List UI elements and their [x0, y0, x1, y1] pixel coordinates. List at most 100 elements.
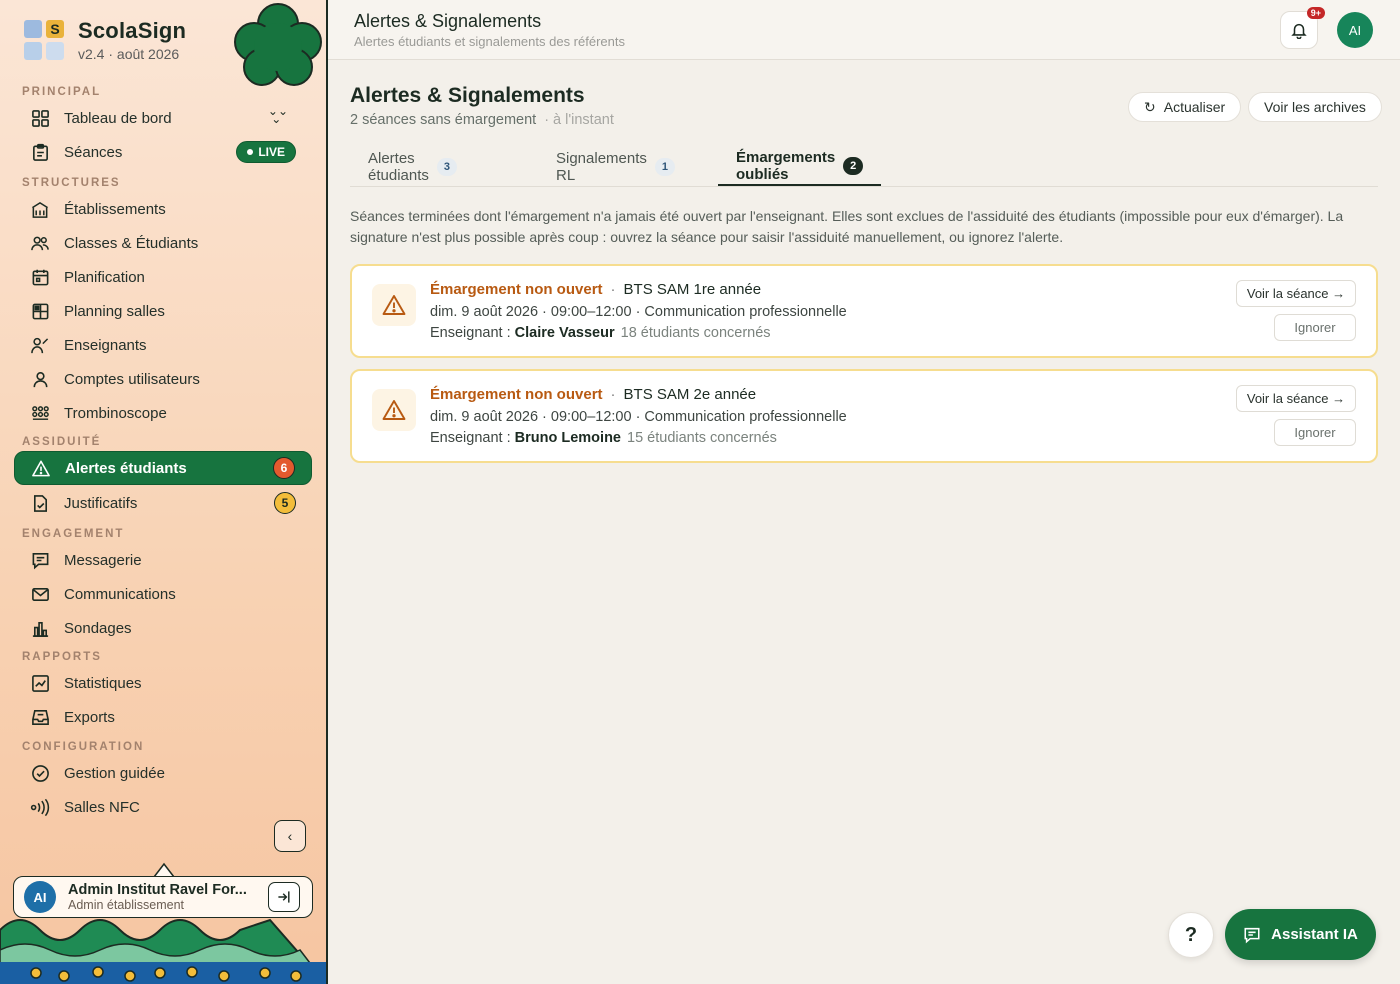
sidebar-item-label: Justificatifs — [64, 494, 138, 512]
section-engagement: ENGAGEMENT — [22, 528, 125, 540]
brand-version: v2.4 · août 2026 — [78, 46, 180, 62]
user-name: Admin Institut Ravel For... — [68, 882, 247, 898]
sidebar-item-seances[interactable]: Séances LIVE — [14, 135, 312, 169]
help-button[interactable]: ? — [1168, 912, 1214, 958]
section-rapports: RAPPORTS — [22, 651, 102, 663]
teacher-icon — [30, 335, 50, 355]
tab-signalements-rl[interactable]: Signalements RL 1 — [538, 148, 693, 186]
warning-icon — [372, 284, 416, 326]
sidebar-item-label: Statistiques — [64, 674, 142, 692]
user-icon — [30, 369, 50, 389]
alert-details: dim. 9 août 2026 · 09:00–12:00 · Communi… — [430, 409, 847, 425]
alerts-count-badge: 6 — [273, 457, 295, 479]
mail-icon — [30, 584, 50, 604]
check-circle-icon — [30, 763, 50, 783]
sidebar-item-etablissements[interactable]: Établissements — [14, 192, 312, 226]
user-role: Admin établissement — [68, 898, 185, 912]
logout-button[interactable] — [268, 882, 300, 912]
sidebar-item-exports[interactable]: Exports — [14, 700, 312, 734]
sidebar-item-label: Enseignants — [64, 336, 147, 354]
tab-emargements-oublies[interactable]: Émargements oubliés 2 — [718, 148, 882, 186]
section-configuration: CONFIGURATION — [22, 741, 145, 753]
sidebar-item-dashboard[interactable]: Tableau de bord ⌄⌄ ⌄ — [14, 101, 312, 135]
ignore-button[interactable]: Ignorer — [1274, 419, 1356, 446]
section-principal: PRINCIPAL — [22, 86, 102, 98]
assistant-ia-button[interactable]: Assistant IA — [1225, 909, 1376, 960]
sidebar-item-gestion-guidee[interactable]: Gestion guidée — [14, 756, 312, 790]
sidebar-item-comptes[interactable]: Comptes utilisateurs — [14, 362, 312, 396]
alert-heading: Émargement non ouvert · BTS SAM 1re année — [430, 281, 762, 298]
expand-chevrons-icon[interactable]: ⌄⌄ ⌄ — [268, 105, 288, 125]
floorplan-icon — [30, 301, 50, 321]
tab-count: 1 — [654, 158, 675, 176]
tab-count: 3 — [436, 158, 457, 176]
sidebar-item-label: Séances — [64, 143, 123, 161]
tab-count: 2 — [843, 157, 864, 175]
refresh-icon: ↻ — [1144, 98, 1156, 115]
justificatifs-count-badge: 5 — [274, 492, 296, 514]
alert-details: dim. 9 août 2026 · 09:00–12:00 · Communi… — [430, 304, 847, 320]
notifications-button[interactable]: 9+ — [1280, 7, 1325, 49]
brand-name: ScolaSign — [78, 18, 187, 43]
sidebar-item-salles-nfc[interactable]: Salles NFC — [14, 790, 312, 824]
sidebar-item-label: Comptes utilisateurs — [64, 370, 200, 388]
alert-card: Émargement non ouvert · BTS SAM 1re année … — [350, 264, 1378, 358]
section-assiduite: ASSIDUITÉ — [22, 436, 102, 448]
page-title: Alertes & Signalements — [350, 84, 585, 107]
page-subtitle: 2 séances sans émargement · à l'instant — [350, 112, 614, 128]
topbar: Alertes & Signalements Alertes étudiants… — [328, 0, 1400, 60]
sidebar-item-label: Alertes étudiants — [65, 459, 187, 477]
grid-icon — [30, 108, 50, 128]
sidebar-item-planification[interactable]: Planification — [14, 260, 312, 294]
updated-time: · à l'instant — [544, 112, 614, 128]
view-session-button[interactable]: Voir la séance → — [1236, 385, 1356, 412]
avatar[interactable]: AI — [1337, 12, 1373, 48]
sidebar-item-label: Classes & Étudiants — [64, 234, 199, 252]
notification-badge: 9+ — [1306, 7, 1325, 19]
sidebar-item-trombinoscope[interactable]: Trombinoscope — [14, 396, 312, 430]
user-card[interactable]: AI Admin Institut Ravel For... Admin éta… — [13, 876, 313, 918]
export-tray-icon — [30, 707, 50, 727]
sidebar-item-communications[interactable]: Communications — [14, 577, 312, 611]
sidebar-item-sondages[interactable]: Sondages — [14, 611, 312, 645]
description: Séances terminées dont l'émargement n'a … — [350, 208, 1344, 245]
bell-icon — [1291, 23, 1307, 39]
tabs-divider — [350, 186, 1378, 187]
topbar-subtitle: Alertes étudiants et signalements des ré… — [354, 34, 625, 49]
sidebar-item-messagerie[interactable]: Messagerie — [14, 543, 312, 577]
sidebar-item-enseignants[interactable]: Enseignants — [14, 328, 312, 362]
refresh-button[interactable]: ↻ Actualiser — [1128, 92, 1242, 122]
alert-card: Émargement non ouvert · BTS SAM 2e année d… — [350, 369, 1378, 463]
sidebar-item-label: Communications — [64, 585, 176, 603]
sidebar-divider — [326, 0, 328, 984]
sidebar-item-label: Salles NFC — [64, 798, 140, 816]
sidebar-item-statistiques[interactable]: Statistiques — [14, 666, 312, 700]
alert-teacher: Enseignant : Bruno Lemoine 15 étudiants c… — [430, 430, 777, 446]
scolasign-logo: S — [24, 20, 64, 60]
sidebar: S ScolaSign v2.4 · août 2026 PRINCIPAL T… — [0, 0, 326, 984]
logout-icon — [278, 891, 290, 903]
users-icon — [30, 233, 50, 253]
tab-alertes-etudiants[interactable]: Alertes étudiants 3 — [350, 148, 475, 186]
ignore-button[interactable]: Ignorer — [1274, 314, 1356, 341]
sidebar-item-label: Tableau de bord — [64, 109, 172, 127]
sidebar-item-justificatifs[interactable]: Justificatifs 5 — [14, 486, 312, 520]
sidebar-item-label: Établissements — [64, 200, 166, 218]
sidebar-item-classes[interactable]: Classes & Étudiants — [14, 226, 312, 260]
sidebar-item-label: Planning salles — [64, 302, 165, 320]
sidebar-item-alertes[interactable]: Alertes étudiants 6 — [14, 451, 312, 485]
sidebar-item-label: Exports — [64, 708, 115, 726]
brand[interactable]: S ScolaSign v2.4 · août 2026 — [24, 18, 186, 62]
chat-icon — [1244, 927, 1260, 943]
collapse-sidebar-button[interactable]: ‹ — [274, 820, 306, 852]
line-chart-icon — [30, 673, 50, 693]
nfc-icon — [30, 797, 50, 817]
building-icon — [30, 199, 50, 219]
avatar: AI — [24, 881, 56, 913]
document-check-icon — [30, 493, 50, 513]
alert-heading: Émargement non ouvert · BTS SAM 2e année — [430, 386, 757, 403]
sidebar-item-planning-salles[interactable]: Planning salles — [14, 294, 312, 328]
archives-button[interactable]: Voir les archives — [1248, 92, 1382, 122]
view-session-button[interactable]: Voir la séance → — [1236, 280, 1356, 307]
sidebar-item-label: Planification — [64, 268, 145, 286]
